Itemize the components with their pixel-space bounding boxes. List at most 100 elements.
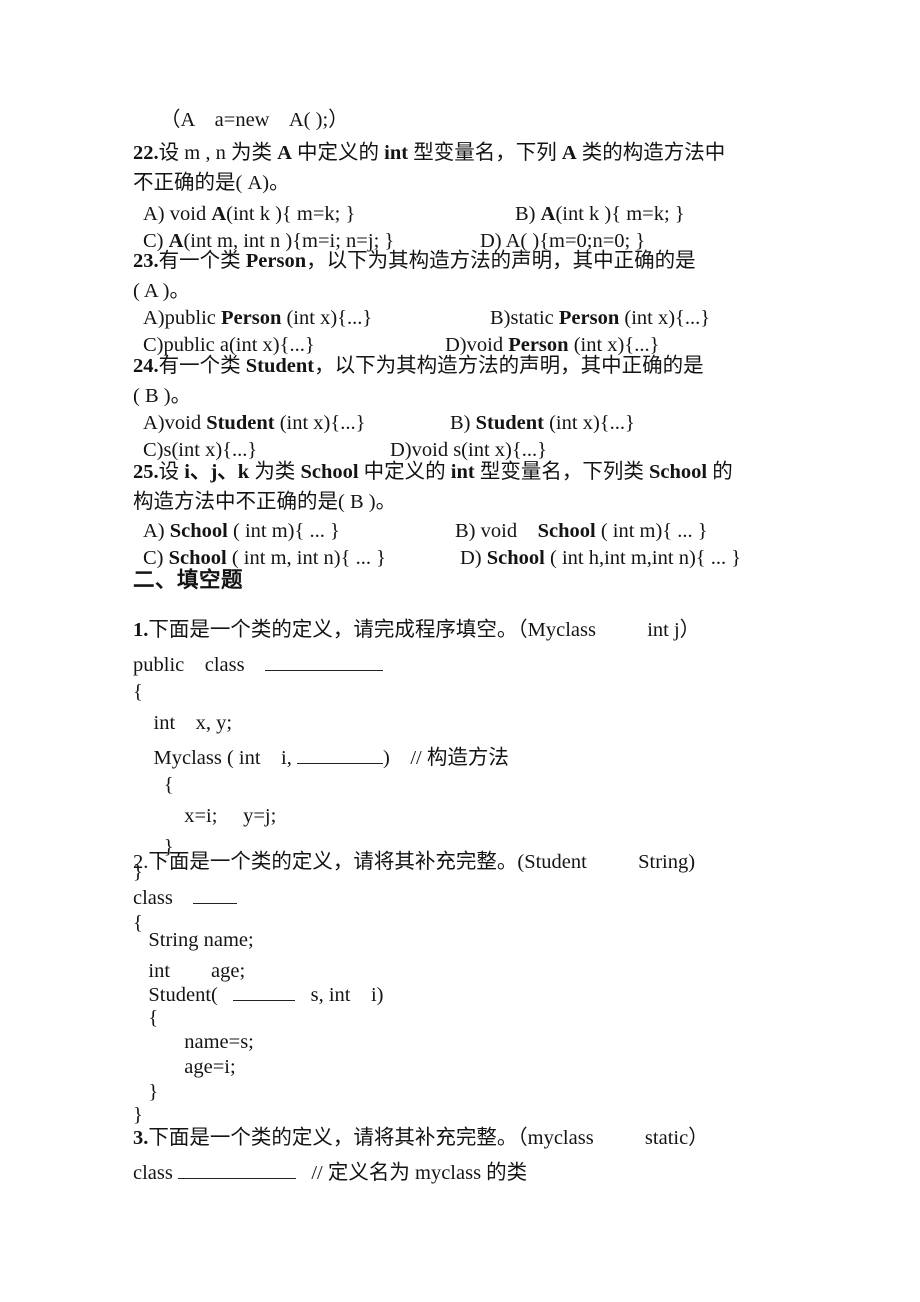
q22-opt-c-rest: (int m, int n ){m=i; n=j; } (183, 230, 395, 252)
q24-opt-a-key: A)void (143, 412, 207, 434)
q23-opt-b-bold: Person (558, 307, 620, 329)
question-25-option-a: A) School ( int m){ ... } (143, 521, 340, 542)
q22-opt-b-rest: (int k ){ m=k; } (555, 203, 685, 225)
fillin-3-code-l1-post: // 定义名为 myclass 的类 (295, 1161, 528, 1184)
fillin-1-code-line-6: x=i; y=j; (133, 805, 277, 827)
fillin-3-prompt-text: 下面是一个类的定义，请将其补充完整。（myclass static） (148, 1127, 709, 1149)
fillin-3-code-l1-pre: class (133, 1161, 178, 1184)
question-23-option-a: A)public Person (int x){...} (143, 308, 372, 329)
fillin-1-code-line-2: { (133, 681, 143, 703)
question-23-number: 23. (133, 250, 159, 272)
fillin-1-code-line-1: public class (133, 651, 384, 676)
q25-stem-i: 的 (707, 461, 733, 483)
question-24-option-d: D)void s(int x){...} (390, 440, 547, 461)
q23-opt-d-rest: (int x){...} (568, 334, 660, 356)
question-22-option-b: B) A(int k ){ m=k; } (515, 204, 685, 225)
q24-opt-a-bold: Student (206, 412, 275, 434)
q22-stem-e: 型变量名，下列 (408, 142, 562, 164)
fillin-2-code-l1-pre: class (133, 886, 194, 909)
fillin-2-code-line-4: int age; (133, 960, 246, 982)
q25-stem-h: School (648, 461, 708, 483)
q23-opt-d-key: D)void (445, 334, 509, 356)
q25-opt-c-key: C) (143, 547, 169, 569)
fillin-2-code-line-9: } (133, 1081, 159, 1103)
answer-blank-student-param-type[interactable] (233, 981, 296, 1001)
fillin-3-prompt: 3.下面是一个类的定义，请将其补充完整。（myclass static） (133, 1128, 709, 1149)
question-23-stem-line2: ( A )。 (133, 280, 190, 302)
question-24-option-b: B) Student (int x){...} (450, 413, 635, 434)
question-23-option-d: D)void Person (int x){...} (445, 335, 659, 356)
answer-blank-constructor-param[interactable] (297, 744, 383, 764)
fillin-2-code-line-3: String name; (133, 929, 254, 951)
question-24-stem-line1: 24.有一个类 Student，以下为其构造方法的声明，其中正确的是 (133, 356, 704, 377)
answer-blank-student-class-name[interactable] (193, 884, 238, 904)
question-24-option-c: C)s(int x){...} (143, 440, 257, 461)
q22-opt-a-bold: A (211, 203, 227, 225)
q23-opt-d-bold: Person (508, 334, 569, 356)
q23-stem-b: Person (245, 250, 307, 272)
question-22-stem-line2: 不正确的是( A)。 (133, 172, 290, 194)
q25-opt-a-bold: School (169, 520, 228, 542)
q22-opt-d-key: D) A( ){m=0;n=0; } (480, 230, 646, 252)
q24-opt-d-key: D)void s(int x){...} (390, 439, 547, 461)
q22-stem-d: int (384, 142, 409, 164)
fillin-2-prompt: 2.下面是一个类的定义，请将其补充完整。(Student String) (133, 852, 695, 873)
answer-blank-class-name[interactable] (265, 651, 384, 671)
fillin-2-code-line-5: Student( s, int i) (133, 981, 383, 1006)
q23-opt-a-rest: (int x){...} (281, 307, 373, 329)
fillin-1-code-line-5: { (133, 774, 174, 796)
q25-stem-e: 中定义的 (358, 461, 451, 483)
fillin-1-code-line-3: int x, y; (133, 712, 233, 734)
q22-stem-f: A (561, 142, 577, 164)
intro-line: （A a=new A( );） (160, 109, 349, 131)
q25-stem-a: 设 (158, 461, 185, 483)
question-22-stem-line1: 22.设 m , n 为类 A 中定义的 int 型变量名，下列 A 类的构造方… (133, 143, 725, 164)
q22-stem-g: 类的构造方法中 (576, 142, 726, 164)
fillin-1-prompt-text: 下面是一个类的定义，请完成程序填空。（Myclass int j） (148, 619, 701, 641)
question-22-option-d: D) A( ){m=0;n=0; } (480, 231, 645, 252)
q22-opt-c-bold: A (168, 230, 184, 252)
fillin-2-code-line-7: name=s; (133, 1031, 254, 1053)
fillin-1-number: 1. (133, 619, 149, 641)
q23-opt-a-bold: Person (221, 307, 282, 329)
fillin-1-code-l4-pre: Myclass ( int i, (133, 746, 297, 769)
q25-opt-d-key: D) (460, 547, 487, 569)
q24-stem-c: ，以下为其构造方法的声明，其中正确的是 (314, 355, 704, 377)
question-23-option-c: C)public a(int x){...} (143, 335, 315, 356)
q25-stem-b: i、j、k (184, 461, 250, 483)
fillin-2-number: 2. (133, 851, 149, 873)
question-25-number: 25. (133, 461, 159, 483)
q22-opt-a-rest: (int k ){ m=k; } (226, 203, 356, 225)
q23-opt-a-key: A)public (143, 307, 221, 329)
question-25-option-b: B) void School ( int m){ ... } (455, 521, 708, 542)
q23-stem-a: 有一个类 (158, 250, 246, 272)
q25-opt-a-key: A) (143, 520, 170, 542)
q23-stem-c: ，以下为其构造方法的声明，其中正确的是 (306, 250, 696, 272)
section-2-heading: 二、填空题 (133, 568, 244, 592)
fillin-1-code-l1-pre: public class (133, 653, 266, 676)
q25-opt-b-key: B) void (455, 520, 538, 542)
exam-page: （A a=new A( );） 22.设 m , n 为类 A 中定义的 int… (0, 0, 920, 1302)
q25-opt-d-bold: School (486, 547, 545, 569)
question-25-stem-line1: 25.设 i、j、k 为类 School 中定义的 int 型变量名，下列类 S… (133, 462, 733, 483)
q23-opt-b-rest: (int x){...} (619, 307, 711, 329)
question-24-number: 24. (133, 355, 159, 377)
fillin-1-code-line-4: Myclass ( int i, ) // 构造方法 (133, 744, 509, 769)
fillin-2-prompt-text: 下面是一个类的定义，请将其补充完整。(Student String) (148, 851, 696, 873)
q22-stem-a: 设 m , n 为类 (158, 142, 278, 164)
fillin-1-code-l4-post: ) // 构造方法 (383, 746, 509, 769)
fillin-1-prompt: 1.下面是一个类的定义，请完成程序填空。（Myclass int j） (133, 620, 700, 641)
question-22-option-c: C) A(int m, int n ){m=i; n=j; } (143, 231, 394, 252)
question-23-stem-line1: 23.有一个类 Person，以下为其构造方法的声明，其中正确的是 (133, 251, 696, 272)
q24-opt-c-key: C)s(int x){...} (143, 439, 258, 461)
fillin-3-number: 3. (133, 1127, 149, 1149)
fillin-2-code-line-8: age=i; (133, 1056, 236, 1078)
fillin-2-code-line-10: } (133, 1104, 143, 1126)
question-22-option-a: A) void A(int k ){ m=k; } (143, 204, 355, 225)
q22-opt-c-key: C) (143, 230, 169, 252)
q25-opt-c-rest: ( int m, int n){ ... } (226, 547, 386, 569)
q24-opt-b-bold: Student (475, 412, 544, 434)
answer-blank-myclass-name[interactable] (177, 1159, 296, 1179)
q22-opt-a-key: A) void (143, 203, 212, 225)
q25-stem-f: int (450, 461, 475, 483)
